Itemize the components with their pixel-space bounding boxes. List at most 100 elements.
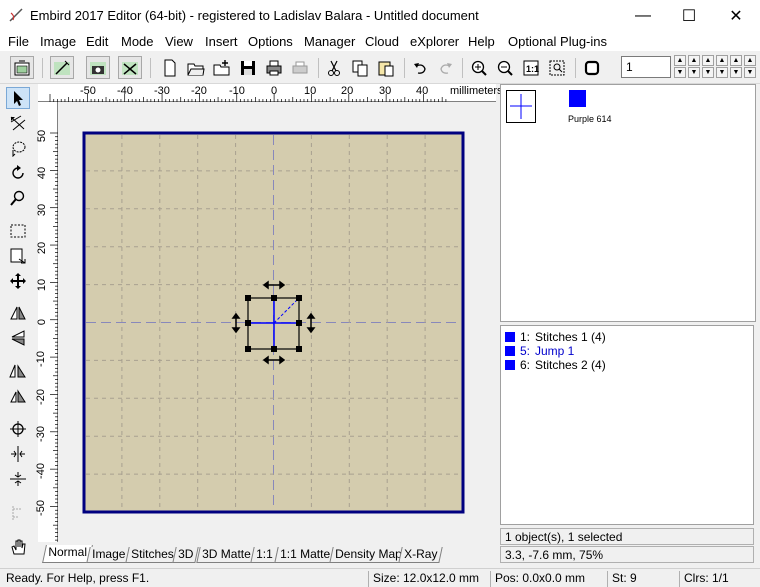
skew-right-tool[interactable] (6, 385, 30, 407)
tab-xray[interactable]: X-Ray (398, 547, 444, 563)
menu-insert[interactable]: Insert (205, 34, 238, 49)
spin-first-down[interactable]: ▼ (674, 67, 686, 78)
select-tool[interactable] (6, 87, 30, 109)
select-arrow-icon (14, 91, 23, 106)
copy-button[interactable] (348, 56, 372, 79)
spin-last-up[interactable]: ▲ (730, 55, 742, 66)
zoom-1to1-button[interactable]: 1:1 (519, 56, 543, 79)
color-swatch[interactable] (569, 90, 586, 107)
minimize-button[interactable]: — (620, 0, 666, 31)
object-number: 5: (520, 344, 531, 358)
lasso-tool[interactable] (6, 137, 30, 159)
spin-fast-up[interactable]: ▲ (702, 55, 714, 66)
edit-stitches-tool[interactable] (6, 112, 30, 134)
tab-3d[interactable]: 3D (172, 547, 200, 563)
tick-label: -40 (34, 463, 47, 479)
no-stitch-button[interactable] (118, 56, 142, 79)
spin-color-down[interactable]: ▼ (716, 67, 728, 78)
spin-fast-down[interactable]: ▼ (702, 67, 714, 78)
selection-status: 1 object(s), 1 selected (500, 528, 754, 545)
center-tool[interactable] (6, 418, 30, 440)
close-button[interactable]: ✕ (713, 0, 759, 31)
mirror-vertical-tool[interactable] (6, 327, 30, 349)
new-file-icon (164, 59, 176, 76)
tick-label: 30 (379, 85, 392, 97)
spin-end-up[interactable]: ▲ (744, 55, 756, 66)
print-preview-button[interactable] (288, 56, 312, 79)
menu-options[interactable]: Options (248, 34, 293, 49)
hoop-select-button[interactable] (580, 56, 604, 79)
tab-3d-matte[interactable]: 3D Matte (196, 547, 257, 563)
paste-button[interactable] (374, 56, 398, 79)
menu-manager[interactable]: Manager (304, 34, 355, 49)
cut-button[interactable] (322, 56, 346, 79)
add-button[interactable] (210, 56, 234, 79)
menu-optional-plugins[interactable]: Optional Plug-ins (508, 34, 607, 49)
spin-down[interactable]: ▼ (688, 67, 700, 78)
menu-mode[interactable]: Mode (121, 34, 154, 49)
zoom-in-button[interactable] (467, 56, 491, 79)
tab-normal[interactable]: Normal (42, 545, 93, 563)
resize-tool[interactable] (6, 245, 30, 267)
spin-end-down[interactable]: ▼ (744, 67, 756, 78)
stitch-wand-button[interactable] (50, 56, 74, 79)
print-button[interactable] (262, 56, 286, 79)
maximize-button[interactable]: ☐ (666, 0, 712, 31)
mirror-horizontal-tool[interactable] (6, 302, 30, 324)
redo-icon (440, 62, 452, 74)
menu-cloud[interactable]: Cloud (365, 34, 399, 49)
align-vertical-tool[interactable] (6, 443, 30, 465)
view-tabs: Normal Image Stitches 3D 3D Matte 1:1 1:… (38, 545, 498, 564)
cut-icon (328, 60, 340, 76)
tab-density-map[interactable]: Density Map (329, 547, 408, 563)
color-swatch-icon (505, 346, 515, 356)
move-tool[interactable] (6, 270, 30, 292)
new-button[interactable] (158, 56, 182, 79)
menu-help[interactable]: Help (468, 34, 495, 49)
list-item[interactable]: 6: Stitches 2 (4) (505, 358, 606, 372)
menu-edit[interactable]: Edit (86, 34, 108, 49)
list-item[interactable]: 5: Jump 1 (505, 344, 574, 358)
open-file-icon (187, 63, 205, 75)
hoop-button[interactable] (10, 56, 34, 79)
menu-explorer[interactable]: eXplorer (410, 34, 459, 49)
tick-label: 30 (36, 203, 49, 217)
spin-last-down[interactable]: ▼ (730, 67, 742, 78)
disabled-tool[interactable] (6, 502, 30, 524)
undo-button[interactable] (408, 56, 432, 79)
stitch-wand-icon (54, 60, 70, 75)
rotate-tool[interactable] (6, 162, 30, 184)
design-canvas[interactable] (58, 102, 496, 542)
app-needle-icon[interactable] (8, 7, 24, 23)
hand-tool[interactable] (6, 536, 30, 558)
stitch-number-input[interactable] (621, 56, 671, 78)
tick-label: -20 (191, 85, 207, 97)
zoom-fit-button[interactable] (545, 56, 569, 79)
tick-label: 10 (304, 85, 317, 97)
tab-stitches[interactable]: Stitches (125, 547, 180, 563)
rect-select-tool[interactable] (6, 220, 30, 242)
undo-icon (414, 62, 426, 74)
tool-palette (0, 84, 36, 564)
title-bar: Embird 2017 Editor (64-bit) - registered… (0, 0, 760, 31)
design-thumbnail[interactable] (506, 90, 536, 123)
skew-left-tool[interactable] (6, 360, 30, 382)
zoom-out-button[interactable] (493, 56, 517, 79)
spin-up[interactable]: ▲ (688, 55, 700, 66)
spin-first-up[interactable]: ▲ (674, 55, 686, 66)
tab-1to1-matte[interactable]: 1:1 Matte (274, 547, 336, 563)
redo-button[interactable] (434, 56, 458, 79)
spin-color-up[interactable]: ▲ (716, 55, 728, 66)
list-item[interactable]: 1: Stitches 1 (4) (505, 330, 606, 344)
align-horizontal-tool[interactable] (6, 468, 30, 490)
camera-button[interactable] (86, 56, 110, 79)
open-button[interactable] (184, 56, 208, 79)
tab-image[interactable]: Image (86, 547, 132, 563)
menu-image[interactable]: Image (40, 34, 76, 49)
menu-view[interactable]: View (165, 34, 193, 49)
tick-label: 10 (36, 278, 49, 292)
align-vertical-icon (11, 446, 25, 462)
save-button[interactable] (236, 56, 260, 79)
zoom-tool[interactable] (6, 187, 30, 209)
menu-file[interactable]: File (8, 34, 29, 49)
